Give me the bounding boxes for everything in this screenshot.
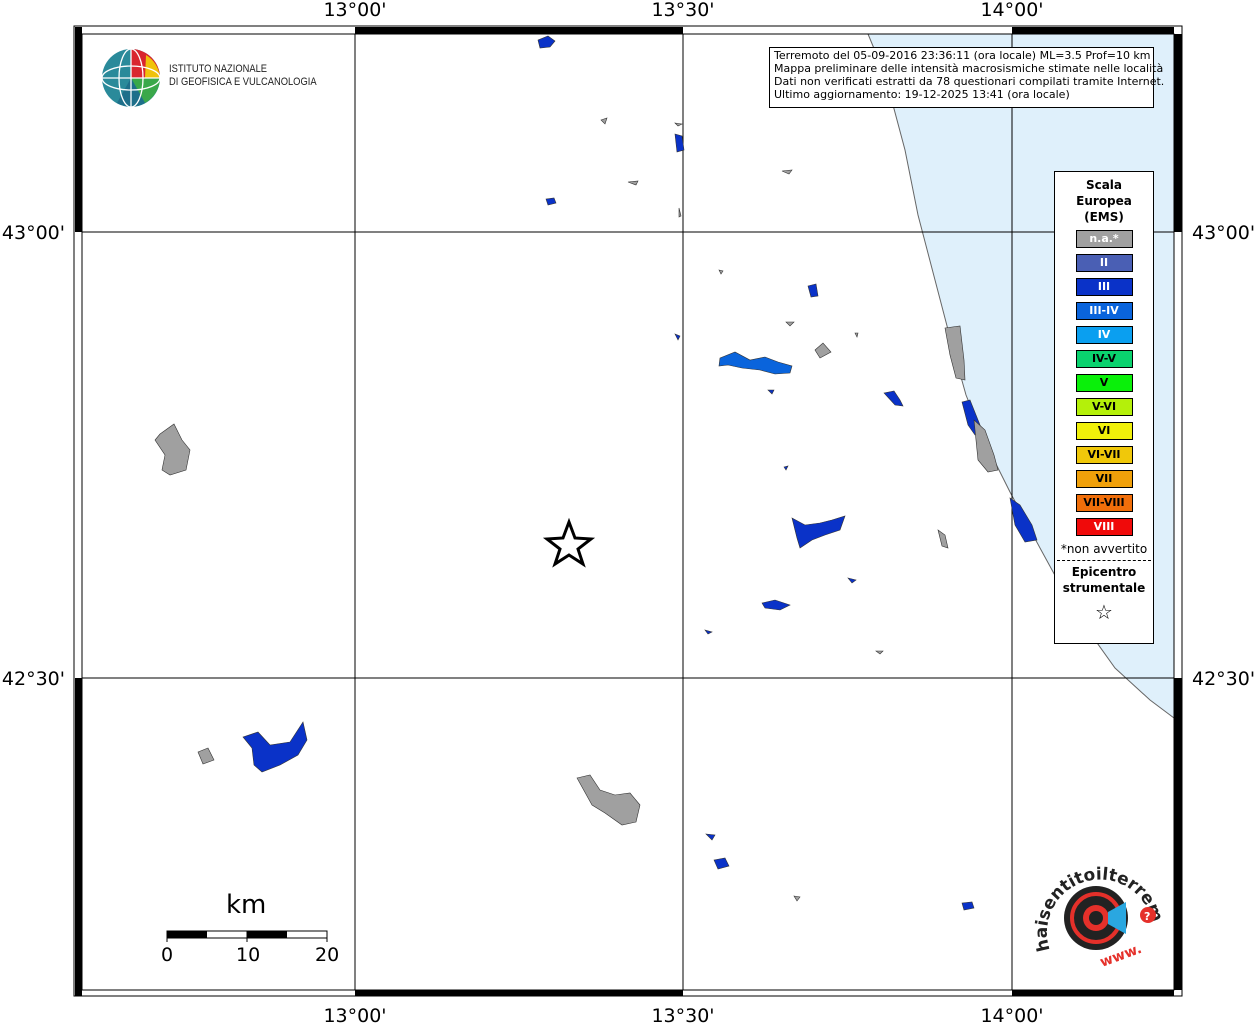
scale-label-10: 10 [236, 944, 261, 966]
scale-bar: km 0 10 20 [160, 890, 340, 970]
legend-note: *non avvertito [1060, 542, 1148, 556]
lon-tick-bottom-2: 13°30' [651, 1005, 714, 1024]
legend-swatch: IV-V [1075, 350, 1133, 368]
ingv-logo: ISTITUTO NAZIONALE DI GEOFISICA E VULCAN… [101, 47, 321, 109]
legend-swatch: IV [1075, 326, 1133, 344]
municipality-polygons [154, 35, 1038, 911]
legend-epicenter-label: Epicentro strumentale [1062, 565, 1146, 595]
event-info-box: Terremoto del 05-09-2016 23:36:11 (ora l… [769, 47, 1165, 108]
lat-tick-left-2: 42°30' [2, 668, 65, 690]
epicenter-star [542, 517, 596, 568]
lat-tick-right-1: 43°00' [1192, 222, 1255, 244]
svg-text:?: ? [1144, 910, 1150, 923]
lon-tick-top-3: 14°00' [980, 0, 1043, 21]
legend-swatch: VI-VII [1075, 446, 1133, 464]
event-info-line4: Ultimo aggiornamento: 19-12-2025 13:41 (… [774, 88, 1070, 101]
ingv-name: ISTITUTO NAZIONALE DI GEOFISICA E VULCAN… [169, 63, 317, 89]
event-info-line3: Dati non verificati estratti da 78 quest… [774, 75, 1165, 88]
ingv-line2: DI GEOFISICA E VULCANOLOGIA [169, 76, 317, 88]
lat-tick-left-1: 43°00' [2, 222, 65, 244]
legend-swatches: n.a.* II III III-IV IV IV-V V V-VI VI VI-VII VII VI… [1055, 230, 1153, 536]
lon-tick-top-1: 13°00' [323, 0, 386, 21]
scale-label-0: 0 [161, 944, 174, 966]
ingv-line1: ISTITUTO NAZIONALE [169, 63, 268, 75]
lon-tick-bottom-1: 13°00' [323, 1005, 386, 1024]
intensity-legend: Scala Europea (EMS) n.a.* II III III-IV IV IV… [1054, 171, 1154, 644]
lon-tick-bottom-3: 14°00' [980, 1005, 1043, 1024]
legend-swatch: II [1075, 254, 1133, 272]
scale-unit: km [226, 890, 267, 920]
legend-swatch: n.a.* [1075, 230, 1133, 248]
legend-swatch: VII [1075, 470, 1133, 488]
legend-star-icon: ☆ [1095, 600, 1113, 624]
legend-separator [1057, 560, 1151, 561]
event-info-line2: Mappa preliminare delle intensità macros… [774, 62, 1164, 75]
legend-swatch: III [1075, 278, 1133, 296]
event-info-line1: Terremoto del 05-09-2016 23:36:11 (ora l… [774, 49, 1151, 62]
legend-title: Scala Europea (EMS) [1076, 178, 1132, 224]
lat-tick-right-2: 42°30' [1192, 668, 1255, 690]
globe-icon [101, 48, 161, 108]
legend-swatch: VII-VIII [1075, 494, 1133, 512]
legend-swatch: V [1075, 374, 1133, 392]
haisentito-logo: haisentitoilterremoto.it ? www. [1030, 855, 1165, 971]
legend-swatch: VI [1075, 422, 1133, 440]
legend-swatch: III-IV [1075, 302, 1133, 320]
lon-tick-top-2: 13°30' [651, 0, 714, 21]
legend-swatch: V-VI [1075, 398, 1133, 416]
scale-label-20: 20 [315, 944, 340, 966]
legend-swatch: VIII [1075, 518, 1133, 536]
